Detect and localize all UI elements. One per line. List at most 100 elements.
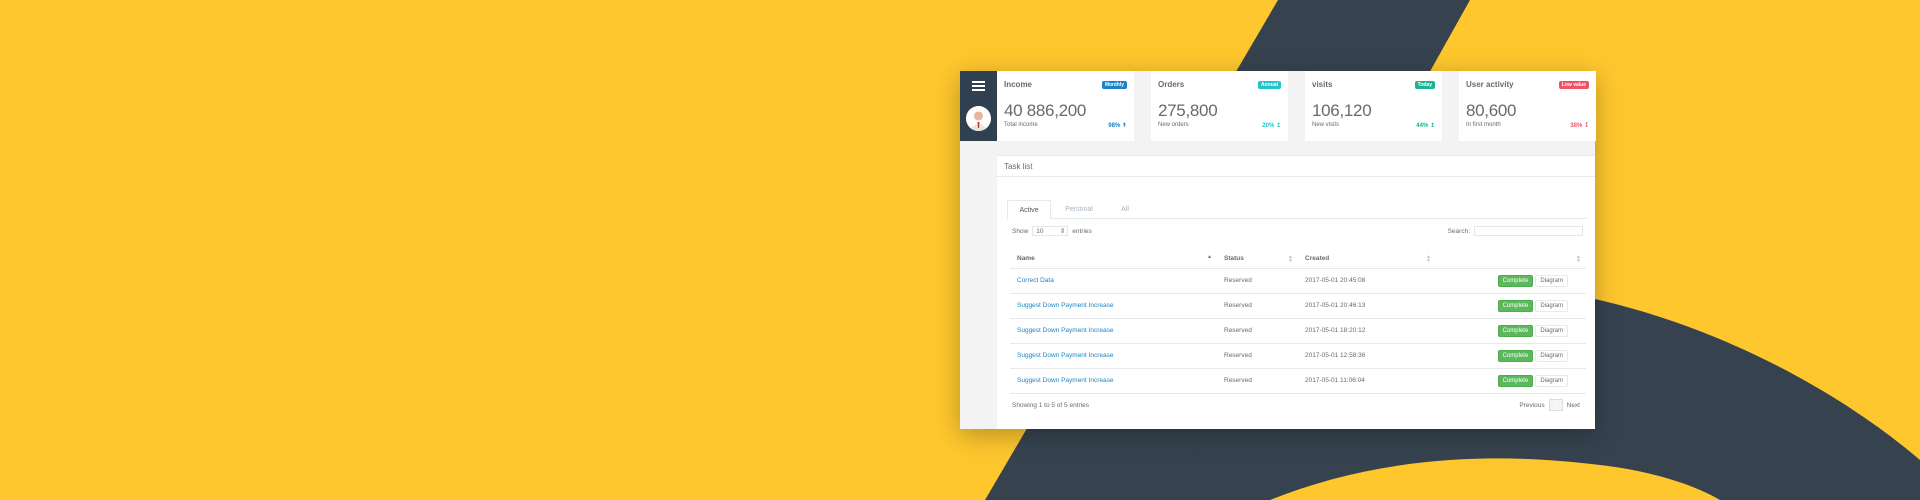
table-row: Correct Data Reserved 2017-05-01 20:45:08 C… <box>1010 268 1586 294</box>
created-cell: 2017-05-01 20:45:08 <box>1298 268 1436 294</box>
status-cell: Reserved <box>1217 318 1298 344</box>
task-link[interactable]: Suggest Down Payment Increase <box>1017 377 1113 384</box>
tab-active[interactable]: Active <box>1007 200 1051 220</box>
task-list-panel: Task list Active Personal All Show 10 ⇕ … <box>997 155 1595 429</box>
task-link[interactable]: Suggest Down Payment Increase <box>1017 327 1113 334</box>
column-header-created[interactable]: Created ▲ ▼ <box>1298 250 1436 269</box>
stat-card: User activity Low value 80,600 In first mon… <box>1459 71 1596 141</box>
stat-title: User activity <box>1466 80 1514 89</box>
complete-button[interactable]: Complete <box>1497 299 1534 312</box>
table-info: Showing 1 to 5 of 5 entries <box>1012 402 1089 409</box>
stat-title: Orders <box>1158 80 1185 89</box>
stat-title: visits <box>1312 80 1333 89</box>
column-header-actions[interactable]: ▲ ▼ <box>1436 250 1586 269</box>
complete-button[interactable]: Complete <box>1497 324 1534 337</box>
table-row: Suggest Down Payment Increase Reserved 201… <box>1010 293 1586 319</box>
sort-icon: ▲ ▼ <box>1288 254 1293 264</box>
actions-cell: Complete Diagram <box>1436 343 1586 369</box>
entries-select[interactable]: 10 ⇕ <box>1032 226 1069 236</box>
table-row: Suggest Down Payment Increase Reserved 201… <box>1010 318 1586 344</box>
entries-control: Show 10 ⇕ entries <box>1012 226 1092 236</box>
stat-subtitle: New visits <box>1312 122 1340 128</box>
avatar[interactable] <box>966 106 991 131</box>
panel-title: Task list <box>1004 162 1033 171</box>
tab-all[interactable]: All <box>1107 200 1143 219</box>
stat-badge: Low value <box>1558 80 1589 89</box>
down-arrow-icon: ↧ <box>1583 123 1589 129</box>
stat-value: 40 886,200 <box>1004 101 1087 120</box>
diagram-button[interactable]: Diagram <box>1535 324 1568 337</box>
up-arrow-icon: ↥ <box>1429 123 1435 129</box>
up-bolt-icon: ↟ <box>1121 123 1127 129</box>
stats-row: Income Monthly 40 886,200 Total income 98% ↟… <box>997 71 1596 141</box>
sidebar <box>960 71 997 141</box>
stat-value: 80,600 <box>1466 101 1517 120</box>
task-name-cell: Suggest Down Payment Increase <box>1010 343 1217 369</box>
stat-title: Income <box>1004 80 1033 89</box>
search-input[interactable] <box>1474 226 1583 236</box>
stat-subtitle: New orders <box>1158 122 1189 128</box>
entries-label: entries <box>1072 227 1092 235</box>
diagram-button[interactable]: Diagram <box>1535 374 1568 387</box>
stat-percent: 44% ↥ <box>1416 123 1435 129</box>
table-row: Suggest Down Payment Increase Reserved 201… <box>1010 368 1586 394</box>
stat-percent: 98% ↟ <box>1108 123 1127 129</box>
tasks-table: Name ▲ Status ▲ ▼ Created ▲ ▼ ▲ ▼ Correct Data… <box>1010 250 1586 394</box>
task-name-cell: Suggest Down Payment Increase <box>1010 368 1217 394</box>
stat-subtitle: Total income <box>1004 122 1038 128</box>
stat-value: 106,120 <box>1312 101 1372 120</box>
task-link[interactable]: Suggest Down Payment Increase <box>1017 352 1113 359</box>
status-cell: Reserved <box>1217 368 1298 394</box>
tab-personal[interactable]: Personal <box>1054 200 1104 219</box>
created-cell: 2017-05-01 11:06:04 <box>1298 368 1436 394</box>
task-name-cell: Suggest Down Payment Increase <box>1010 318 1217 344</box>
diagram-button[interactable]: Diagram <box>1535 299 1568 312</box>
page-1-button[interactable]: 1 <box>1548 399 1563 411</box>
task-name-cell: Correct Data <box>1010 268 1217 294</box>
previous-button[interactable]: Previous <box>1519 402 1544 409</box>
actions-cell: Complete Diagram <box>1436 318 1586 344</box>
status-cell: Reserved <box>1217 293 1298 319</box>
task-name-cell: Suggest Down Payment Increase <box>1010 293 1217 319</box>
task-link[interactable]: Correct Data <box>1017 277 1054 284</box>
created-cell: 2017-05-01 12:58:36 <box>1298 343 1436 369</box>
actions-cell: Complete Diagram <box>1436 268 1586 294</box>
complete-button[interactable]: Complete <box>1497 374 1534 387</box>
search-label: Search: <box>1447 227 1470 235</box>
select-arrows-icon: ⇕ <box>1059 228 1066 235</box>
status-cell: Reserved <box>1217 343 1298 369</box>
dashboard-window: Income Monthly 40 886,200 Total income 98% ↟… <box>960 71 1596 429</box>
created-cell: 2017-05-01 18:20:12 <box>1298 318 1436 344</box>
diagram-button[interactable]: Diagram <box>1535 274 1568 287</box>
table-row: Suggest Down Payment Increase Reserved 201… <box>1010 343 1586 369</box>
task-link[interactable]: Suggest Down Payment Increase <box>1017 302 1113 309</box>
tab-bar: Active Personal All <box>1007 200 1587 220</box>
stat-percent: 38% ↧ <box>1570 123 1589 129</box>
sort-icon: ▲ ▼ <box>1426 254 1431 264</box>
divider <box>997 176 1595 177</box>
hamburger-icon[interactable] <box>972 81 985 91</box>
up-arrow-icon: ↥ <box>1275 123 1281 129</box>
search-control: Search: <box>1448 226 1583 236</box>
column-header-status[interactable]: Status ▲ ▼ <box>1217 250 1298 269</box>
diagram-button[interactable]: Diagram <box>1535 349 1568 362</box>
status-cell: Reserved <box>1217 268 1298 294</box>
sort-asc-icon: ▲ <box>1207 254 1212 260</box>
stat-percent: 20% ↥ <box>1262 123 1281 129</box>
stat-badge: Monthly <box>1101 80 1127 89</box>
complete-button[interactable]: Complete <box>1497 349 1534 362</box>
show-label: Show <box>1012 227 1029 235</box>
column-header-name[interactable]: Name ▲ <box>1010 250 1217 269</box>
created-cell: 2017-05-01 20:46:13 <box>1298 293 1436 319</box>
next-button[interactable]: Next <box>1567 402 1580 409</box>
stat-subtitle: In first month <box>1466 122 1501 128</box>
sort-icon: ▲ ▼ <box>1576 254 1581 264</box>
stat-card: Income Monthly 40 886,200 Total income 98% ↟ <box>997 71 1134 141</box>
entries-value: 10 <box>1036 227 1044 235</box>
stat-card: visits Today 106,120 New visits 44% ↥ <box>1305 71 1442 141</box>
pagination: Previous 1 Next <box>1515 399 1584 411</box>
stat-badge: Today <box>1414 80 1435 89</box>
actions-cell: Complete Diagram <box>1436 368 1586 394</box>
stat-badge: Annual <box>1258 80 1281 89</box>
complete-button[interactable]: Complete <box>1497 274 1534 287</box>
